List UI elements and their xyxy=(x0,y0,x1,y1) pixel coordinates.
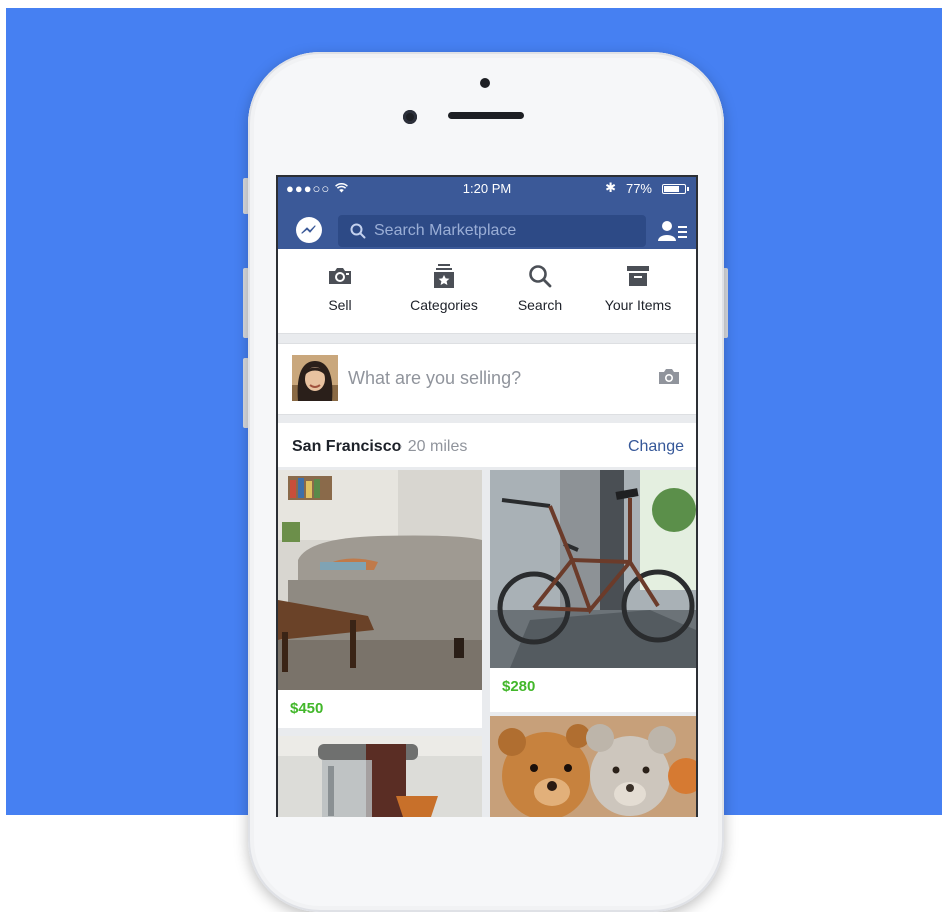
add-photo-camera-icon[interactable] xyxy=(658,368,680,390)
battery-percent: 77% xyxy=(625,181,652,196)
bluetooth-icon: ✱ xyxy=(605,180,616,195)
listing-price: $280 xyxy=(502,678,536,695)
categories-icon xyxy=(434,264,454,288)
listing-card-sofa[interactable]: $450 xyxy=(278,470,482,728)
earpiece-speaker xyxy=(448,112,524,119)
listing-card-coffee-maker[interactable] xyxy=(278,736,482,817)
sell-composer[interactable]: What are you selling? xyxy=(278,343,696,415)
listing-image-bicycle xyxy=(490,470,696,668)
your-items-label: Your Items xyxy=(604,297,672,313)
battery-icon xyxy=(662,184,689,194)
listing-price: $450 xyxy=(290,700,324,717)
search-icon xyxy=(350,223,366,239)
app-header: ●●●○○ 1:20 PM ✱ 77% Search Marketplace xyxy=(278,177,696,249)
avatar xyxy=(292,355,338,401)
listing-image-sofa xyxy=(278,470,482,690)
shortcut-bar: Sell Categories Search Your Items xyxy=(278,249,696,334)
search-icon xyxy=(529,265,552,288)
messenger-icon[interactable] xyxy=(296,217,322,243)
camera-icon xyxy=(329,268,351,284)
search-marketplace-input[interactable]: Search Marketplace xyxy=(338,215,646,247)
composer-placeholder: What are you selling? xyxy=(348,368,522,388)
listing-image-teddy-bears xyxy=(490,716,696,817)
categories-label: Categories xyxy=(410,297,478,313)
profile-menu-icon[interactable] xyxy=(658,219,688,243)
change-location-link[interactable]: Change xyxy=(628,438,684,456)
location-distance: · 20 miles xyxy=(398,438,468,455)
search-placeholder: Search Marketplace xyxy=(374,222,517,239)
listing-card-teddy-bears[interactable] xyxy=(490,716,696,817)
your-items-icon xyxy=(627,266,649,286)
search-label: Search xyxy=(517,297,563,313)
location-city: San Francisco xyxy=(292,438,402,455)
your-items-shortcut[interactable]: Your Items xyxy=(590,263,686,313)
listings-section: San Francisco · 20 miles Change $450 $28… xyxy=(278,423,696,817)
location-bar: San Francisco · 20 miles Change xyxy=(278,423,696,467)
status-bar: ●●●○○ 1:20 PM ✱ 77% xyxy=(278,177,696,199)
front-camera xyxy=(403,110,417,124)
listing-card-bicycle[interactable]: $280 xyxy=(490,470,696,712)
proximity-sensor xyxy=(480,78,490,88)
categories-shortcut[interactable]: Categories xyxy=(396,263,492,313)
listing-image-coffee-maker xyxy=(278,736,482,817)
phone-screen: ●●●○○ 1:20 PM ✱ 77% Search Marketplace S… xyxy=(276,175,698,817)
sell-shortcut[interactable]: Sell xyxy=(292,263,388,313)
search-shortcut[interactable]: Search xyxy=(492,263,588,313)
sell-label: Sell xyxy=(328,297,352,313)
